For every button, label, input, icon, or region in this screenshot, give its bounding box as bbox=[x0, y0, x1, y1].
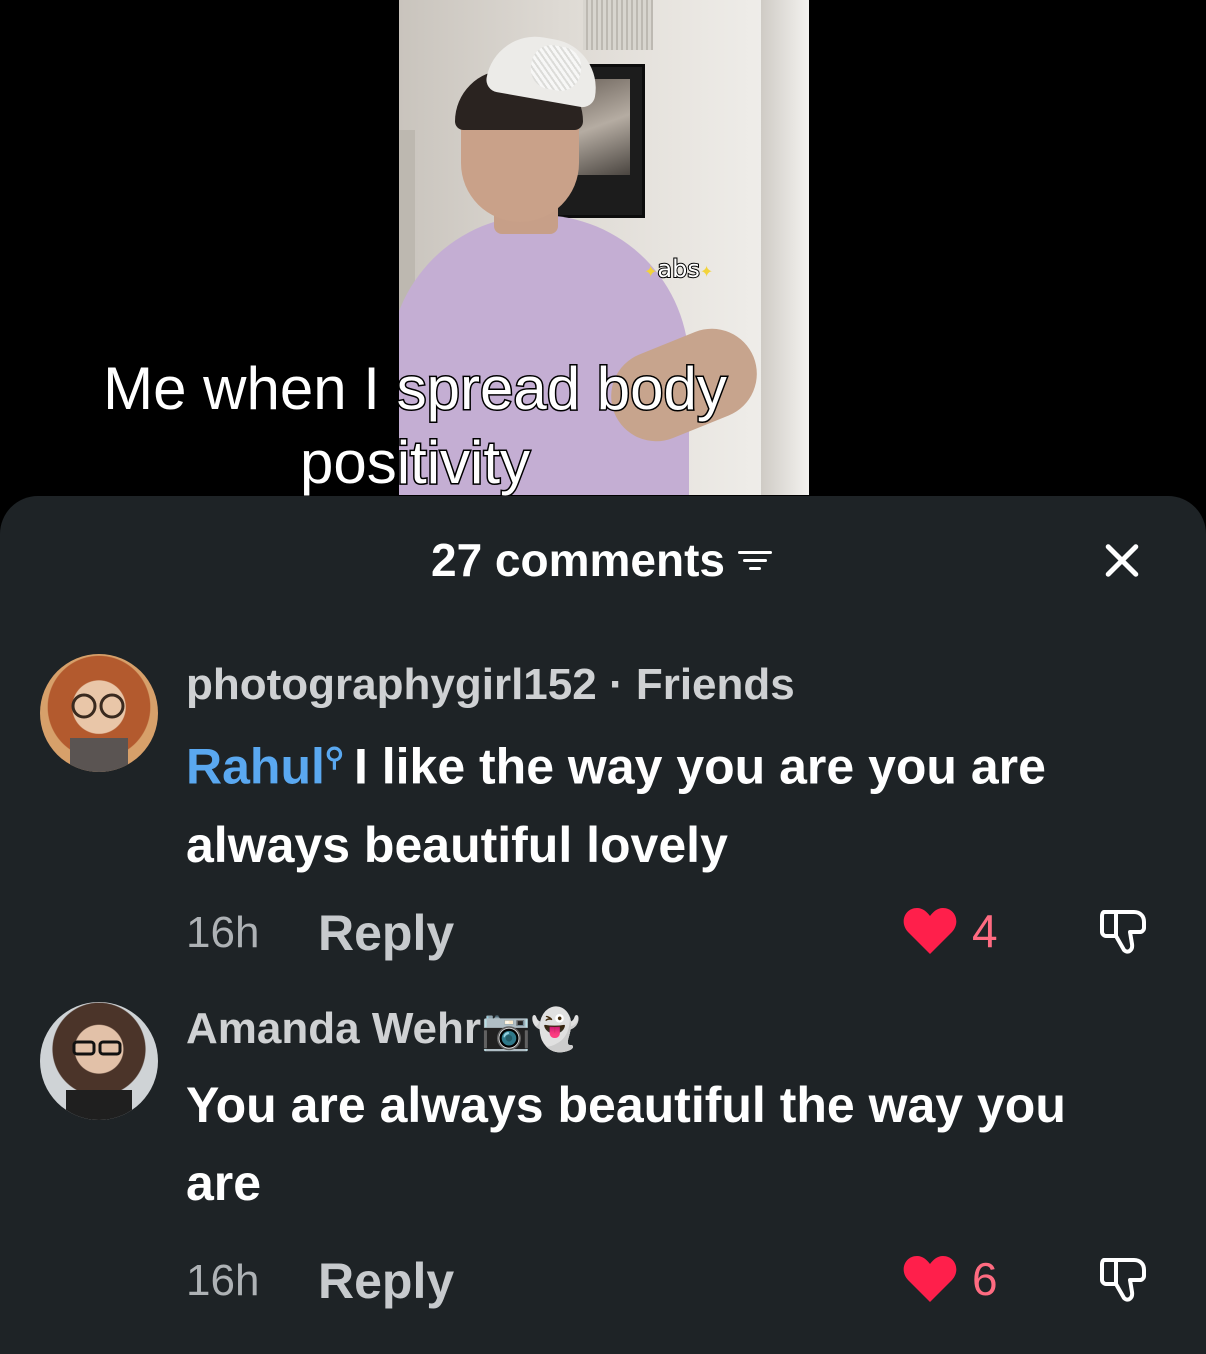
like-count: 6 bbox=[972, 1253, 998, 1305]
close-icon[interactable] bbox=[1098, 536, 1146, 584]
sparkle-icon: ✦ bbox=[699, 262, 714, 281]
air-vent bbox=[583, 0, 653, 50]
avatar[interactable] bbox=[40, 1002, 158, 1120]
comment-count: 27 comments bbox=[430, 534, 725, 586]
video-caption: Me when I spread body positivity bbox=[102, 354, 729, 498]
filter-icon bbox=[735, 545, 775, 575]
comment-actions: 16h Reply 4 bbox=[186, 900, 1166, 962]
comment-text: Rahul⚲ I like the way you are you are alw… bbox=[186, 738, 1046, 873]
comment-actions: 16h Reply 6 bbox=[186, 1248, 1166, 1310]
friends-label: · Friends bbox=[608, 660, 795, 709]
like-count: 4 bbox=[972, 905, 998, 957]
like-button[interactable]: 4 bbox=[902, 904, 998, 958]
reply-button[interactable]: Reply bbox=[318, 904, 454, 962]
like-button[interactable]: 6 bbox=[902, 1252, 998, 1306]
search-icon: ⚲ bbox=[324, 742, 344, 772]
heart-icon bbox=[903, 908, 957, 954]
mention-link[interactable]: Rahul bbox=[186, 739, 325, 795]
avatar[interactable] bbox=[40, 654, 158, 772]
sparkle-icon: ✦ bbox=[644, 262, 658, 281]
comment-timestamp: 16h bbox=[186, 1256, 260, 1305]
comments-header: 27 comments bbox=[0, 532, 1206, 588]
comment-sort-toggle[interactable]: 27 comments bbox=[431, 532, 775, 588]
sticker-text: abs bbox=[656, 254, 700, 284]
reply-button[interactable]: Reply bbox=[318, 1252, 454, 1310]
comment-username[interactable]: Amanda Wehr📷👻 bbox=[186, 1002, 581, 1057]
heart-icon bbox=[903, 1256, 957, 1302]
camera-ghost-emoji: 📷👻 bbox=[481, 1007, 581, 1053]
comment-timestamp: 16h bbox=[186, 908, 260, 957]
comment-text: You are always beautiful the way you are bbox=[186, 1077, 1066, 1211]
comments-sheet: 27 comments photographygirl152 · Friends bbox=[0, 496, 1206, 1354]
dislike-icon[interactable] bbox=[1098, 1250, 1156, 1308]
video-sticker: ✦abs✦ bbox=[640, 254, 717, 284]
dislike-icon[interactable] bbox=[1098, 902, 1156, 960]
comment-username[interactable]: photographygirl152 · Friends bbox=[186, 658, 795, 712]
video-player[interactable]: ✦abs✦ Me when I spread body positivity bbox=[0, 0, 1206, 500]
